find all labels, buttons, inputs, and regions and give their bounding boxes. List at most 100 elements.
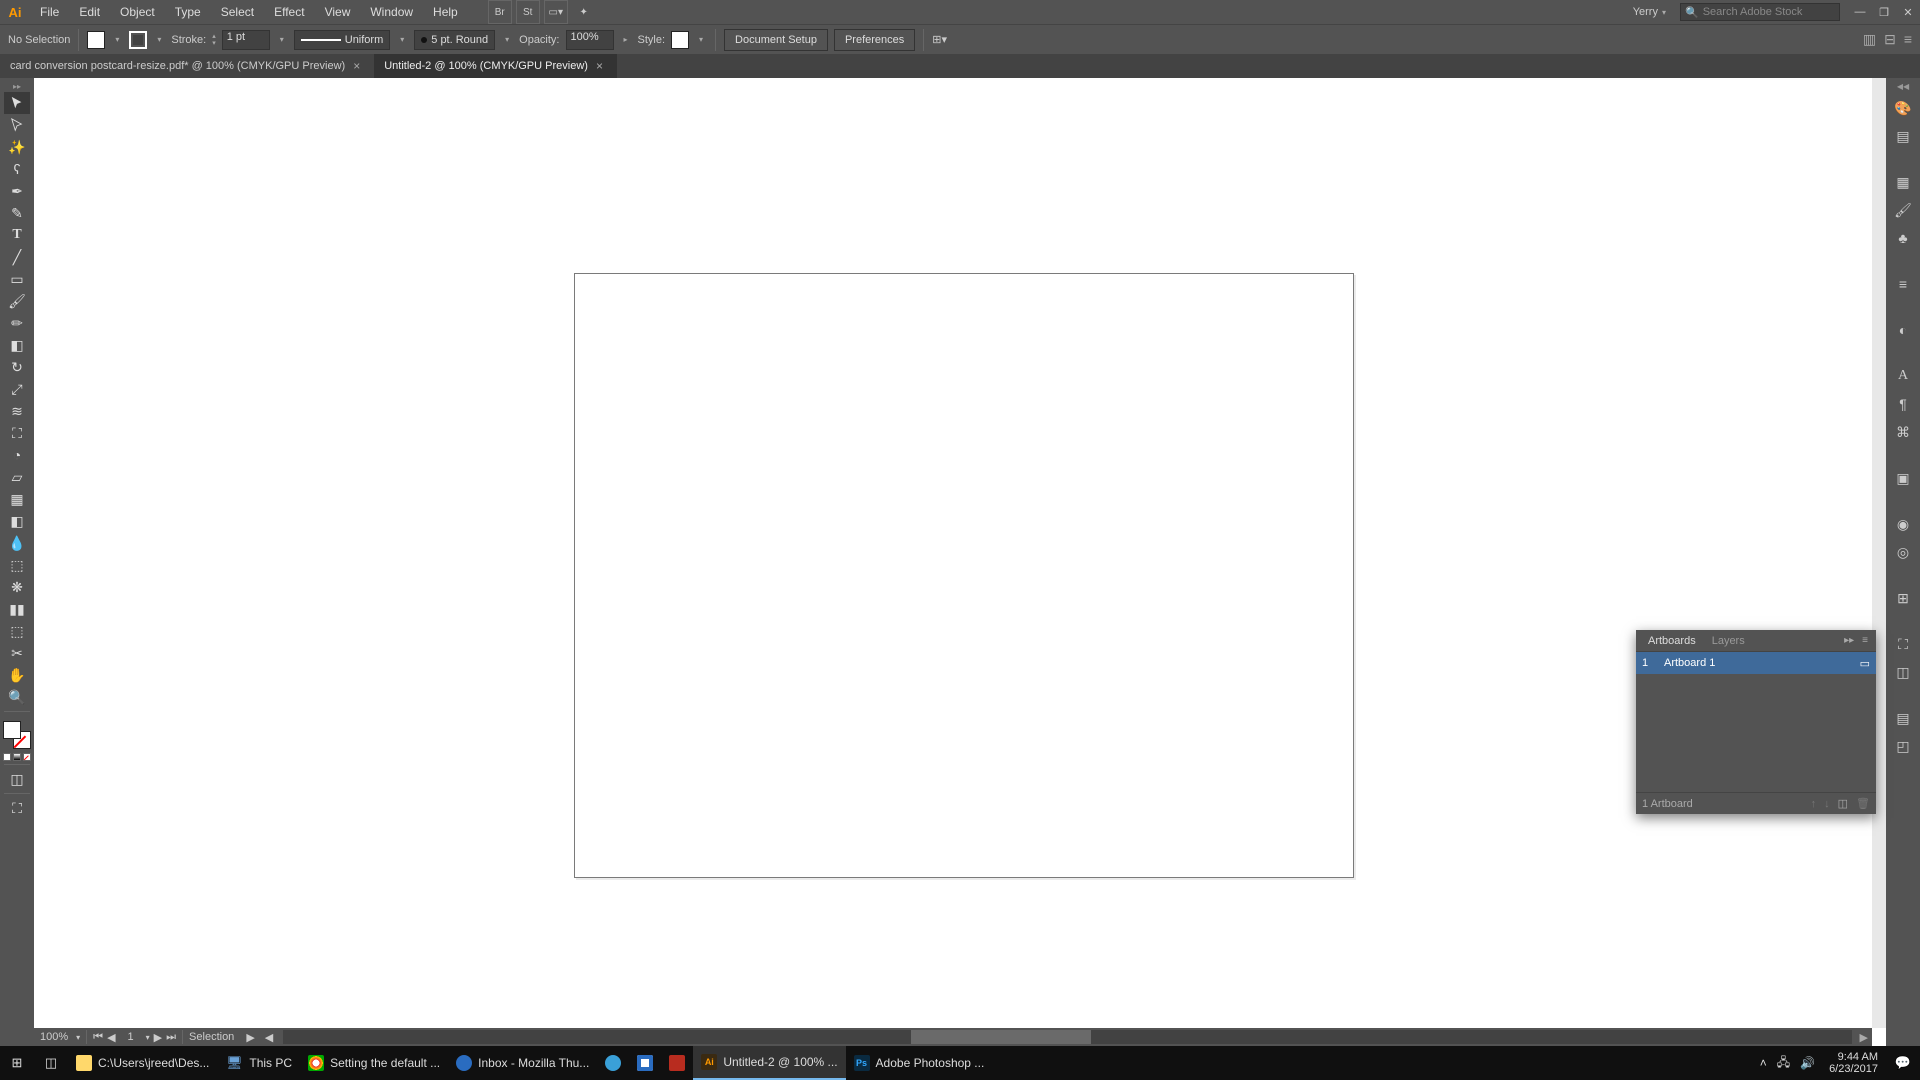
opacity-dropdown[interactable]: ▸ — [620, 30, 632, 50]
menu-object[interactable]: Object — [110, 0, 165, 24]
close-button[interactable]: ✕ — [1896, 2, 1920, 22]
panel-artboards-icon[interactable]: ◰ — [1890, 734, 1916, 758]
taskbar-item[interactable] — [597, 1046, 629, 1080]
stroke-weight-input[interactable]: 1 pt — [222, 30, 270, 50]
align-button[interactable]: ⊞▾ — [932, 33, 947, 46]
start-button[interactable]: ⊞ — [0, 1046, 34, 1080]
fill-swatch[interactable] — [87, 31, 105, 49]
panel-menu-icon[interactable]: ≡ — [1858, 635, 1872, 646]
menu-type[interactable]: Type — [165, 0, 211, 24]
tool-hand[interactable]: ✋ — [4, 664, 30, 686]
vertical-scrollbar[interactable] — [1872, 78, 1886, 1028]
tool-scale[interactable]: ⤢ — [4, 378, 30, 400]
panel-graphstyles-icon[interactable]: ◎ — [1890, 540, 1916, 564]
volume-icon[interactable]: 🔊 — [1800, 1056, 1815, 1070]
artboard-options-icon[interactable]: ▭ — [1860, 657, 1870, 670]
arrange-button[interactable]: ▭▾ — [544, 0, 568, 24]
move-down-icon[interactable]: ↓ — [1824, 798, 1830, 810]
panel-color-icon[interactable]: 🎨 — [1890, 96, 1916, 120]
panel-brushes-icon[interactable]: 🖌 — [1890, 198, 1916, 222]
minimize-button[interactable]: — — [1848, 2, 1872, 22]
task-view-button[interactable]: ◫ — [34, 1046, 68, 1080]
close-tab-icon[interactable]: × — [353, 59, 360, 73]
scroll-right-icon[interactable]: ▶ — [1856, 1031, 1872, 1044]
panel-transform-icon[interactable]: ⛶ — [1890, 632, 1916, 656]
panel-char-icon[interactable]: A — [1890, 364, 1916, 388]
close-tab-icon[interactable]: × — [596, 59, 603, 73]
panel-glyphs-icon[interactable]: ⌘ — [1890, 420, 1916, 444]
tool-line[interactable]: ╱ — [4, 246, 30, 268]
opacity-input[interactable]: 100% — [566, 30, 614, 50]
tool-screen-mode[interactable]: ⛶ — [4, 797, 30, 819]
stroke-swatch[interactable] — [129, 31, 147, 49]
panel-symbols-icon[interactable]: ♣ — [1890, 226, 1916, 250]
menu-window[interactable]: Window — [360, 0, 423, 24]
notifications-button[interactable]: 💬 — [1886, 1046, 1920, 1080]
panel-colorguide-icon[interactable]: ▤ — [1890, 124, 1916, 148]
tool-free-transform[interactable]: ⛶ — [4, 422, 30, 444]
tool-pen[interactable]: ✒ — [4, 180, 30, 202]
panel-pathfinder-icon[interactable]: ◫ — [1890, 660, 1916, 684]
stroke-dropdown[interactable]: ▾ — [153, 30, 165, 50]
tool-rotate[interactable]: ↻ — [4, 356, 30, 378]
search-input[interactable]: 🔍 Search Adobe Stock — [1680, 3, 1840, 21]
artboards-panel[interactable]: Artboards Layers ▸▸ ≡ 1 Artboard 1 ▭ 1 A… — [1636, 630, 1876, 814]
panel-para-icon[interactable]: ¶ — [1890, 392, 1916, 416]
tool-blend[interactable]: ⬚ — [4, 554, 30, 576]
tool-column-graph[interactable]: ▮▮ — [4, 598, 30, 620]
workspace-switcher[interactable]: Yerry ▾ — [1627, 2, 1672, 22]
taskbar-item[interactable]: Setting the default ... — [300, 1046, 448, 1080]
taskbar-item-active[interactable]: AiUntitled-2 @ 100% ... — [693, 1046, 845, 1080]
document-setup-button[interactable]: Document Setup — [724, 29, 828, 51]
tool-eraser[interactable]: ◧ — [4, 334, 30, 356]
nav-prev-icon[interactable]: ◀ — [107, 1031, 115, 1044]
artboard-index[interactable]: 1 — [120, 1031, 142, 1043]
toolbox-collapse[interactable]: ▸▸ — [0, 82, 34, 92]
menu-file[interactable]: File — [30, 0, 69, 24]
canvas[interactable]: 100%▾ ⏮ ◀ 1 ▾ ▶ ⏭ Selection ▶ ◀ ▶ — [34, 78, 1886, 1046]
menu-edit[interactable]: Edit — [69, 0, 110, 24]
panel-tab-layers[interactable]: Layers — [1704, 630, 1753, 652]
tool-gradient[interactable]: ◧ — [4, 510, 30, 532]
tool-magic-wand[interactable]: ✨ — [4, 136, 30, 158]
brush-select[interactable]: 5 pt. Round — [414, 30, 495, 50]
tray-expand-icon[interactable]: ˄ — [1760, 1056, 1767, 1070]
layout-icon-3[interactable]: ≡ — [1904, 31, 1912, 48]
artboard-list-item[interactable]: 1 Artboard 1 ▭ — [1636, 652, 1876, 674]
menu-select[interactable]: Select — [211, 0, 264, 24]
color-mode-row[interactable] — [3, 753, 31, 761]
restore-button[interactable]: ❐ — [1872, 2, 1896, 22]
tool-shape-builder[interactable]: ◔ — [4, 444, 30, 466]
stroke-profile-select[interactable]: Uniform — [294, 30, 391, 50]
status-play-icon[interactable]: ▶ — [246, 1031, 254, 1044]
panel-gradient-icon[interactable]: ◐ — [1890, 318, 1916, 342]
fill-stroke-swatches[interactable] — [3, 721, 31, 749]
taskbar-item[interactable] — [629, 1046, 661, 1080]
menu-effect[interactable]: Effect — [264, 0, 314, 24]
layout-icon-2[interactable]: ⊟ — [1884, 31, 1896, 48]
move-up-icon[interactable]: ↑ — [1811, 798, 1817, 810]
stroke-weight-dropdown[interactable]: ▾ — [276, 30, 288, 50]
network-icon[interactable]: 🖧 — [1777, 1053, 1790, 1074]
fill-dropdown[interactable]: ▾ — [111, 30, 123, 50]
tool-symbol-sprayer[interactable]: ❋ — [4, 576, 30, 598]
nav-next-icon[interactable]: ▶ — [154, 1031, 162, 1044]
clock[interactable]: 9:44 AM 6/23/2017 — [1821, 1051, 1886, 1075]
preferences-button[interactable]: Preferences — [834, 29, 915, 51]
taskbar-item[interactable]: 🖥This PC — [217, 1046, 300, 1080]
document-tab[interactable]: card conversion postcard-resize.pdf* @ 1… — [0, 54, 374, 78]
gpu-button[interactable]: ✦ — [572, 0, 596, 24]
document-tab-active[interactable]: Untitled-2 @ 100% (CMYK/GPU Preview) × — [374, 54, 617, 78]
style-swatch[interactable] — [671, 31, 689, 49]
layout-icon-1[interactable]: ▥ — [1863, 31, 1876, 48]
tool-mesh[interactable]: ▦ — [4, 488, 30, 510]
nav-first-icon[interactable]: ⏮ — [93, 1031, 103, 1044]
tool-rectangle[interactable]: ▭ — [4, 268, 30, 290]
tool-slice[interactable]: ✂ — [4, 642, 30, 664]
tool-perspective[interactable]: ▱ — [4, 466, 30, 488]
horizontal-scrollbar[interactable] — [283, 1030, 1851, 1044]
tool-lasso[interactable]: ʕ — [4, 158, 30, 180]
tool-zoom[interactable]: 🔍 — [4, 686, 30, 708]
tool-type[interactable]: T — [4, 224, 30, 246]
artboard[interactable] — [574, 273, 1354, 878]
